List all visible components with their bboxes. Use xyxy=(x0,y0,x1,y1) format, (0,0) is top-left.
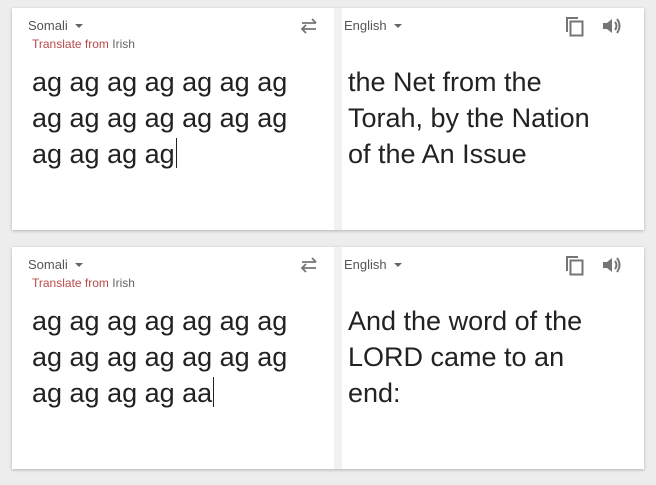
source-text-input[interactable]: ag ag ag ag ag ag ag ag ag ag ag ag ag a… xyxy=(32,64,327,172)
target-language-label: English xyxy=(344,18,387,33)
target-language-selector[interactable]: English xyxy=(344,18,402,33)
text-cursor xyxy=(175,138,177,168)
target-pane: English And the word of the LORD came to… xyxy=(342,247,644,469)
translation-text: the Net from the Torah, by the Nation of… xyxy=(348,67,590,169)
chevron-down-icon xyxy=(393,262,402,267)
translation-text: And the word of the LORD came to an end: xyxy=(348,306,583,408)
source-language-selector[interactable]: Somali xyxy=(28,257,83,272)
speaker-icon[interactable] xyxy=(600,14,624,38)
detected-language-suggestion: Translate from Irish xyxy=(32,37,135,51)
source-language-label: Somali xyxy=(28,18,68,33)
source-pane: Somali Translate from Irish ag ag ag ag … xyxy=(12,247,332,469)
detected-language-suggestion: Translate from Irish xyxy=(32,276,135,290)
source-text: ag ag ag ag ag ag ag ag ag ag ag ag ag a… xyxy=(32,306,288,408)
copy-icon[interactable] xyxy=(562,13,586,37)
source-text: ag ag ag ag ag ag ag ag ag ag ag ag ag a… xyxy=(32,67,288,169)
target-language-selector[interactable]: English xyxy=(344,257,402,272)
chevron-down-icon xyxy=(393,23,402,28)
detected-prefix: Translate from xyxy=(32,37,113,51)
source-text-input[interactable]: ag ag ag ag ag ag ag ag ag ag ag ag ag a… xyxy=(32,303,327,411)
swap-languages-icon[interactable] xyxy=(298,17,320,35)
source-pane: Somali Translate from Irish ag ag ag ag … xyxy=(12,8,332,230)
detected-prefix: Translate from xyxy=(32,276,113,290)
source-language-selector[interactable]: Somali xyxy=(28,18,83,33)
target-language-label: English xyxy=(344,257,387,272)
text-cursor xyxy=(213,377,215,407)
speaker-icon[interactable] xyxy=(600,253,624,277)
swap-languages-icon[interactable] xyxy=(298,256,320,274)
target-pane: English the Net from the Torah, by the N… xyxy=(342,8,644,230)
detected-language-link[interactable]: Irish xyxy=(112,37,135,51)
source-language-label: Somali xyxy=(28,257,68,272)
chevron-down-icon xyxy=(74,262,83,267)
translation-card: Somali Translate from Irish ag ag ag ag … xyxy=(12,8,644,230)
chevron-down-icon xyxy=(74,23,83,28)
translation-card: Somali Translate from Irish ag ag ag ag … xyxy=(12,247,644,469)
detected-language-link[interactable]: Irish xyxy=(112,276,135,290)
pane-divider xyxy=(334,8,342,230)
pane-divider xyxy=(334,247,342,469)
copy-icon[interactable] xyxy=(562,252,586,276)
